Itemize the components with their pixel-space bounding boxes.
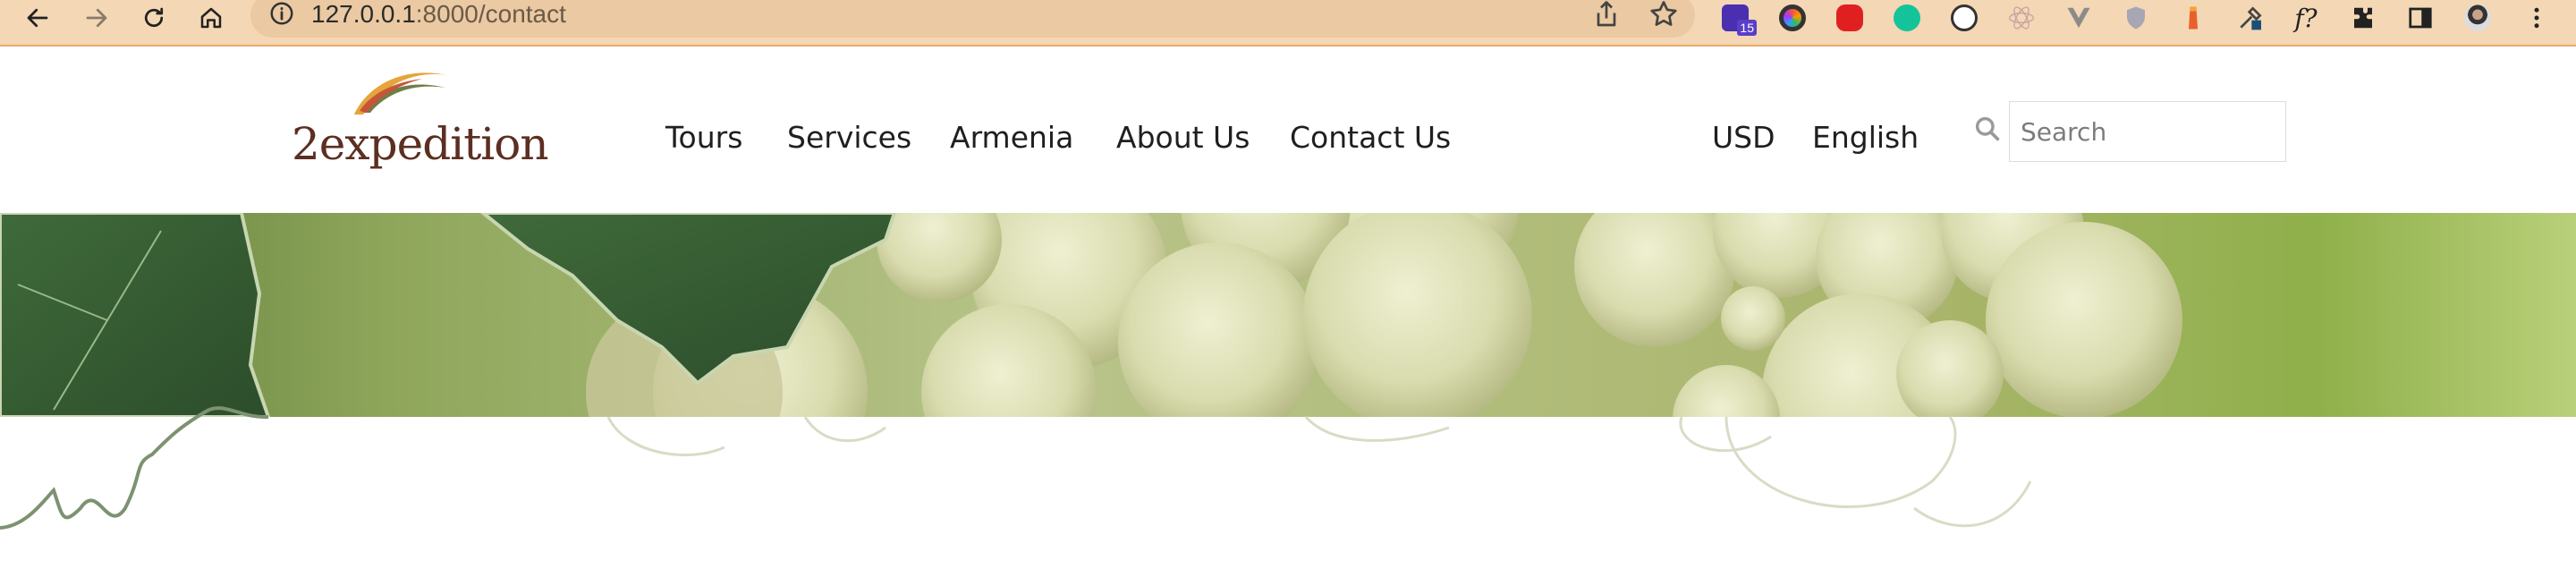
- nav-armenia[interactable]: Armenia: [950, 120, 1073, 155]
- side-panel-button[interactable]: [2404, 2, 2436, 34]
- shield-icon: [2127, 6, 2145, 30]
- arrow-left-icon: [27, 8, 48, 28]
- extension-eyedropper-button[interactable]: [2234, 2, 2267, 34]
- extension-fonts-label: f?: [2294, 3, 2318, 33]
- extension-lighthouse-button[interactable]: [2177, 2, 2209, 34]
- extension-shield-button[interactable]: [2120, 2, 2152, 34]
- forward-button[interactable]: [79, 2, 114, 34]
- info-icon[interactable]: [268, 0, 295, 27]
- arrow-right-icon: [86, 8, 107, 28]
- react-atom-icon: [2009, 6, 2034, 30]
- reload-button[interactable]: [136, 2, 172, 34]
- extension-json-button[interactable]: [1948, 2, 1980, 34]
- language-selector[interactable]: English: [1812, 120, 1919, 155]
- side-panel-icon: [2409, 7, 2432, 29]
- url-host: 127.0.0.1: [311, 0, 416, 28]
- nav-contact-us[interactable]: Contact Us: [1290, 120, 1451, 155]
- avatar: [2464, 4, 2491, 31]
- nav-about-us[interactable]: About Us: [1116, 120, 1250, 155]
- extension-fonts-button[interactable]: f?: [2290, 2, 2322, 34]
- logo-text: 2expedition: [292, 118, 549, 170]
- back-button[interactable]: [20, 2, 55, 34]
- extension-badge-button[interactable]: 15: [1719, 2, 1757, 36]
- feather-wing-icon: [354, 72, 447, 115]
- lighthouse-icon: [2189, 6, 2198, 30]
- extensions-menu-button[interactable]: [2347, 2, 2379, 34]
- grape-banner-image: [0, 213, 2576, 530]
- share-icon[interactable]: [1590, 0, 1623, 30]
- url-text[interactable]: 127.0.0.1:8000/contact: [311, 0, 566, 29]
- site-header: 2expedition Tours Services Armenia About…: [0, 48, 2576, 213]
- puzzle-icon: [2354, 7, 2372, 29]
- grammarly-icon: [1894, 4, 1920, 31]
- extension-badge-count: 15: [1737, 20, 1757, 36]
- home-button[interactable]: [193, 2, 229, 34]
- braces-icon: [1951, 4, 1978, 31]
- color-picker-icon: [1779, 4, 1806, 31]
- extension-vue-button[interactable]: [2063, 2, 2095, 34]
- nav-services[interactable]: Services: [787, 120, 911, 155]
- vue-icon: [2067, 7, 2090, 29]
- nav-tours[interactable]: Tours: [665, 120, 742, 155]
- url-path: :8000/contact: [415, 0, 566, 28]
- extension-color-button[interactable]: [1776, 2, 1809, 34]
- profile-avatar-button[interactable]: [2462, 2, 2494, 34]
- currency-selector[interactable]: USD: [1712, 120, 1775, 155]
- home-icon: [200, 7, 222, 29]
- kebab-menu-icon: [2534, 7, 2539, 29]
- extension-react-button[interactable]: [2005, 2, 2038, 34]
- browser-toolbar: 127.0.0.1:8000/contact 15 f?: [0, 0, 2576, 47]
- reload-icon: [144, 7, 164, 28]
- address-bar[interactable]: 127.0.0.1:8000/contact: [250, 0, 1695, 38]
- hand-stop-icon: [1836, 4, 1863, 31]
- search-icon[interactable]: [1973, 115, 2002, 143]
- search-input[interactable]: [2009, 101, 2286, 162]
- eyedropper-icon: [2240, 6, 2262, 30]
- browser-menu-button[interactable]: [2521, 2, 2553, 34]
- bookmark-star-icon[interactable]: [1648, 0, 1680, 30]
- hero-banner: [0, 213, 2576, 569]
- extension-grammarly-button[interactable]: [1891, 2, 1923, 34]
- site-logo[interactable]: 2expedition: [292, 59, 549, 175]
- extension-adblock-button[interactable]: [1834, 2, 1866, 34]
